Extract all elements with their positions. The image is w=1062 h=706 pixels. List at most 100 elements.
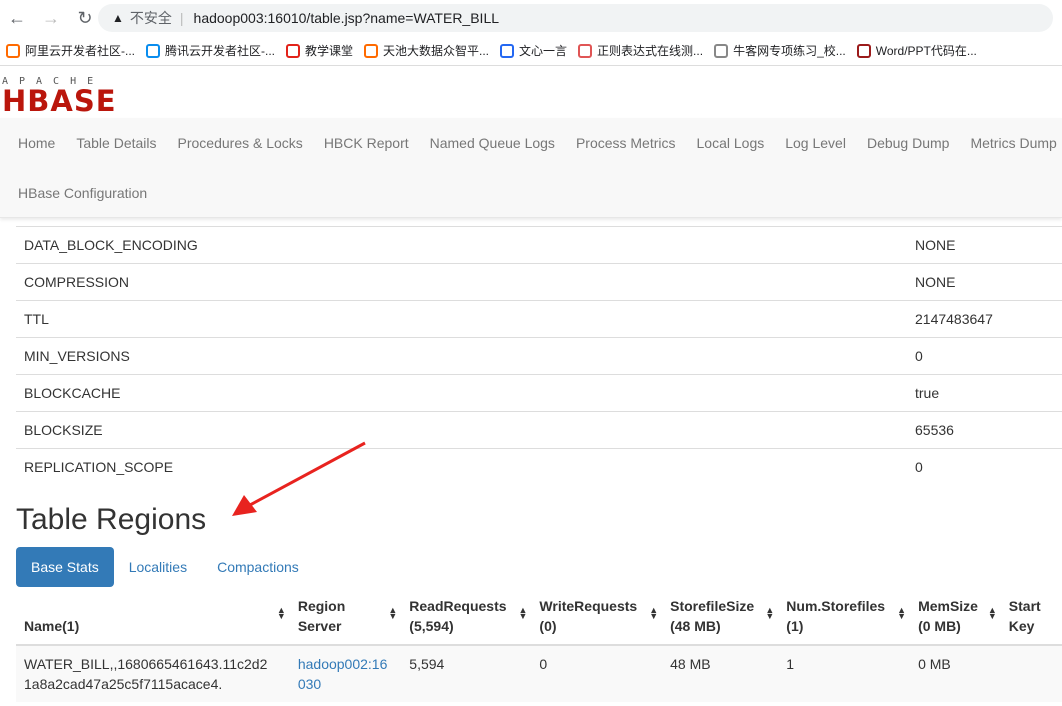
table-row: BLOCKCACHE true bbox=[16, 374, 1062, 412]
url-text[interactable]: hadoop003:16010/table.jsp?name=WATER_BIL… bbox=[194, 10, 500, 26]
table-row: TTL 2147483647 bbox=[16, 300, 1062, 338]
property-value: 2147483647 bbox=[915, 300, 1062, 338]
back-icon[interactable]: ← bbox=[0, 8, 34, 29]
sort-icon[interactable]: ▲ ▼ bbox=[277, 606, 286, 621]
column-header[interactable]: MemSize (0 MB) ▲ ▼ bbox=[910, 593, 1001, 646]
bookmark-item[interactable]: 腾讯云开发者社区-... bbox=[141, 37, 280, 65]
sort-icon[interactable]: ▲ ▼ bbox=[649, 606, 658, 621]
start-key bbox=[1000, 645, 1062, 702]
table-row: DATA_BLOCK_ENCODING NONE bbox=[16, 226, 1062, 264]
property-value: true bbox=[915, 374, 1062, 412]
write-requests: 0 bbox=[531, 645, 663, 702]
column-header[interactable]: Name(1) ▲ ▼ bbox=[16, 593, 290, 646]
tab-localities[interactable]: Localities bbox=[114, 547, 202, 587]
storefile-size: 48 MB bbox=[662, 645, 779, 702]
sort-icon[interactable]: ▲ ▼ bbox=[988, 606, 997, 621]
regions-table: Name(1) ▲ ▼ Region Server ▲ ▼ ReadRequests (5,59… bbox=[16, 593, 1062, 702]
bookmark-item[interactable]: 正则表达式在线测... bbox=[573, 37, 708, 65]
column-header[interactable]: Num.Storefiles (1) ▲ ▼ bbox=[778, 593, 911, 646]
sort-icon[interactable]: ▲ ▼ bbox=[897, 606, 906, 621]
table-row: MIN_VERSIONS 0 bbox=[16, 337, 1062, 375]
bookmark-item[interactable]: 天池大数据众智平... bbox=[359, 37, 494, 65]
read-requests: 5,594 bbox=[401, 645, 532, 702]
sort-icon[interactable]: ▲ ▼ bbox=[388, 606, 397, 621]
mem-size: 0 MB bbox=[910, 645, 1001, 702]
bookmark-label: 教学课堂 bbox=[305, 44, 354, 58]
tab-base-stats[interactable]: Base Stats bbox=[16, 547, 114, 587]
bookmark-label: 阿里云开发者社区-... bbox=[25, 44, 135, 58]
regex-icon bbox=[578, 43, 593, 58]
tab-compactions[interactable]: Compactions bbox=[202, 547, 314, 587]
region-server-link[interactable]: hadoop002:16 030 bbox=[298, 656, 388, 692]
bookmark-label: 牛客网专项练习_校... bbox=[733, 44, 846, 58]
column-header[interactable]: Region Server ▲ ▼ bbox=[289, 593, 402, 646]
reload-icon[interactable]: ↻ bbox=[68, 8, 102, 29]
property-name: TTL bbox=[16, 300, 915, 338]
nav-procedures-locks[interactable]: Procedures & Locks bbox=[178, 118, 303, 168]
property-value: 0 bbox=[915, 448, 1062, 486]
table-row: COMPRESSION NONE bbox=[16, 263, 1062, 301]
nav-local-logs[interactable]: Local Logs bbox=[697, 118, 765, 168]
column-header[interactable]: Start Key bbox=[1000, 593, 1062, 646]
nav-home[interactable]: Home bbox=[18, 118, 55, 168]
table-regions-heading: Table Regions bbox=[16, 503, 207, 536]
sort-icon[interactable]: ▲ ▼ bbox=[519, 606, 528, 621]
bookmarks-bar: 阿里云开发者社区-... 腾讯云开发者社区-... 教学课堂 天池大数据众智平... 文… bbox=[0, 36, 1062, 66]
property-name: COMPRESSION bbox=[16, 263, 915, 301]
regions-tabs: Base Stats Localities Compactions bbox=[16, 547, 314, 587]
nav-table-details[interactable]: Table Details bbox=[76, 118, 156, 168]
property-value: 0 bbox=[915, 337, 1062, 375]
bookmark-item[interactable]: 教学课堂 bbox=[281, 37, 358, 65]
property-name: MIN_VERSIONS bbox=[16, 337, 915, 375]
table-row: WATER_BILL,,1680665461643.11c2d2 1a8a2cad… bbox=[16, 645, 1062, 702]
bookmark-item[interactable]: Word/PPT代码在... bbox=[852, 37, 982, 65]
warning-icon: ▲ bbox=[112, 11, 124, 25]
bookmark-item[interactable]: 阿里云开发者社区-... bbox=[1, 37, 140, 65]
toutiao-icon bbox=[286, 43, 300, 58]
table-properties: DATA_BLOCK_ENCODING NONE COMPRESSION NONE TT… bbox=[16, 226, 1062, 486]
bookmark-item[interactable]: 文心一言 bbox=[495, 37, 572, 65]
nowcoder-icon bbox=[714, 43, 729, 58]
column-header[interactable]: WriteRequests (0) ▲ ▼ bbox=[531, 593, 663, 646]
address-bar[interactable]: ▲ 不安全 | hadoop003:16010/table.jsp?name=W… bbox=[98, 4, 1053, 32]
security-label: 不安全 bbox=[129, 10, 172, 26]
property-value: NONE bbox=[915, 226, 1062, 264]
aliyun-icon bbox=[6, 43, 20, 58]
browser-toolbar: ← → ↻ ▲ 不安全 | hadoop003:16010/table.jsp?… bbox=[0, 0, 1062, 36]
divider: | bbox=[179, 10, 184, 26]
num-storefiles: 1 bbox=[778, 645, 911, 702]
bookmark-label: Word/PPT代码在... bbox=[875, 44, 977, 58]
nav-metrics-dump[interactable]: Metrics Dump bbox=[970, 118, 1056, 168]
table-row: BLOCKSIZE 65536 bbox=[16, 411, 1062, 449]
table-row: REPLICATION_SCOPE 0 bbox=[16, 448, 1062, 486]
region-name: WATER_BILL,,1680665461643.11c2d2 1a8a2cad… bbox=[24, 656, 268, 692]
bookmark-label: 文心一言 bbox=[519, 44, 568, 58]
bookmark-label: 正则表达式在线测... bbox=[597, 44, 704, 58]
sort-icon[interactable]: ▲ ▼ bbox=[765, 606, 774, 621]
bookmark-label: 天池大数据众智平... bbox=[383, 44, 490, 58]
hbase-logo[interactable]: APACHE HBASE bbox=[2, 76, 142, 118]
property-name: REPLICATION_SCOPE bbox=[16, 448, 915, 486]
property-value: NONE bbox=[915, 263, 1062, 301]
column-header[interactable]: ReadRequests (5,594) ▲ ▼ bbox=[401, 593, 532, 646]
property-name: BLOCKCACHE bbox=[16, 374, 915, 412]
property-name: DATA_BLOCK_ENCODING bbox=[16, 226, 915, 264]
nav-hbck-report[interactable]: HBCK Report bbox=[324, 118, 409, 168]
column-header[interactable]: StorefileSize (48 MB) ▲ ▼ bbox=[662, 593, 779, 646]
forward-icon[interactable]: → bbox=[34, 8, 68, 29]
navbar: Home Table Details Procedures & Locks HB… bbox=[0, 118, 1062, 218]
word-ppt-icon bbox=[856, 43, 871, 58]
nav-named-queue-logs[interactable]: Named Queue Logs bbox=[430, 118, 555, 168]
bookmark-item[interactable]: 牛客网专项练习_校... bbox=[709, 37, 851, 65]
tianchi-icon bbox=[364, 43, 379, 58]
nav-hbase-configuration[interactable]: HBase Configuration bbox=[18, 168, 147, 218]
tencent-cloud-icon bbox=[146, 43, 160, 58]
bookmark-label: 腾讯云开发者社区-... bbox=[165, 44, 275, 58]
property-value: 65536 bbox=[915, 411, 1062, 449]
nav-log-level[interactable]: Log Level bbox=[785, 118, 846, 168]
property-name: BLOCKSIZE bbox=[16, 411, 915, 449]
logo-hbase: HBASE bbox=[2, 84, 117, 118]
wenxin-icon bbox=[500, 43, 515, 58]
nav-debug-dump[interactable]: Debug Dump bbox=[867, 118, 950, 168]
nav-process-metrics[interactable]: Process Metrics bbox=[576, 118, 676, 168]
